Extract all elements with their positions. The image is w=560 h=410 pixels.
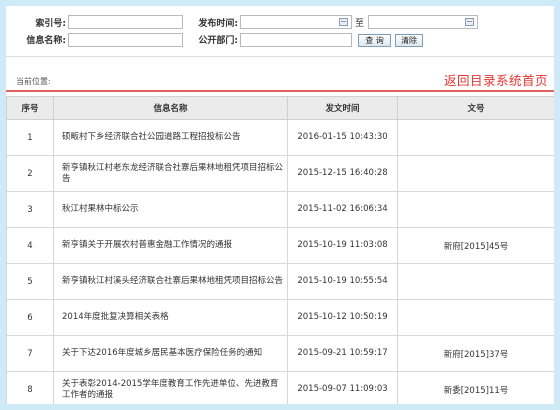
row-time: 2015-10-19 10:55:54: [287, 263, 398, 300]
table-row: 8 关于表彰2014-2015学年度教育工作先进单位、先进教育工作者的通报 20…: [6, 371, 554, 404]
location-divider: [6, 90, 554, 92]
table-row: 5 新亨镇秋江村溪头经济联合社寨后果林地租凭项目招标公告 2015-10-19 …: [6, 263, 554, 300]
row-doc-number: [397, 263, 554, 300]
row-doc-number: [397, 191, 554, 228]
row-time: 2016-01-15 10:43:30: [287, 119, 398, 156]
form-divider: [6, 56, 554, 57]
table-row: 2 新亨镇秋江村老东龙经济联合社寨后果林地租凭项目招标公告 2015-12-15…: [6, 155, 554, 192]
row-number: 3: [6, 191, 54, 228]
row-title-link[interactable]: 关于下达2016年度城乡居民基本医疗保险任务的通知: [62, 348, 262, 358]
row-number: 4: [6, 227, 54, 264]
calendar-icon[interactable]: [465, 18, 474, 26]
table-header-row: 序号 信息名称 发文时间 文号: [6, 96, 554, 120]
current-location-label: 当前位置:: [16, 77, 51, 86]
dept-input[interactable]: [240, 33, 352, 47]
row-time: 2015-11-02 16:06:34: [287, 191, 398, 228]
row-doc-number: 新府[2015]45号: [397, 227, 554, 264]
publish-time-label: 发布时间:: [198, 19, 238, 29]
table-row: 3 秋江村果林中标公示 2015-11-02 16:06:34: [6, 191, 554, 228]
row-title-cell: 2014年度批复决算相关表格: [53, 299, 288, 336]
row-number: 2: [6, 155, 54, 192]
query-button[interactable]: 查 询: [358, 34, 391, 47]
date-from-input[interactable]: [240, 15, 352, 29]
header-name: 信息名称: [53, 96, 288, 120]
row-title-link[interactable]: 关于表彰2014-2015学年度教育工作先进单位、先进教育工作者的通报: [62, 379, 278, 400]
row-title-cell: 新亨镇秋江村老东龙经济联合社寨后果林地租凭项目招标公告: [53, 155, 288, 192]
index-label: 索引号:: [35, 19, 66, 29]
to-label: 至: [355, 19, 365, 29]
row-number: 8: [6, 371, 54, 404]
row-title-link[interactable]: 秋江村果林中标公示: [62, 204, 139, 214]
row-title-cell: 关于表彰2014-2015学年度教育工作先进单位、先进教育工作者的通报: [53, 371, 288, 404]
document-table: 序号 信息名称 发文时间 文号 1 硕畈村下乡经济联合社公园道路工程招投标公告 …: [6, 96, 554, 404]
public-dept-label: 公开部门:: [198, 36, 238, 46]
row-title-cell: 新亨镇秋江村溪头经济联合社寨后果林地租凭项目招标公告: [53, 263, 288, 300]
main-panel: 索引号: 发布时间: 至 信息名称: 公开部门: 查 询 清除 当前位置: 返回…: [6, 6, 554, 404]
row-doc-number: [397, 119, 554, 156]
row-title-cell: 关于下达2016年度城乡居民基本医疗保险任务的通知: [53, 335, 288, 372]
row-time: 2015-09-07 11:09:03: [287, 371, 398, 404]
header-time: 发文时间: [287, 96, 398, 120]
row-title-link[interactable]: 新亨镇秋江村溪头经济联合社寨后果林地租凭项目招标公告: [62, 276, 283, 286]
row-doc-number: [397, 299, 554, 336]
row-title-link[interactable]: 硕畈村下乡经济联合社公园道路工程招投标公告: [62, 132, 241, 142]
row-time: 2015-10-19 11:03:08: [287, 227, 398, 264]
row-time: 2015-10-12 10:50:19: [287, 299, 398, 336]
row-time: 2015-12-15 16:40:28: [287, 155, 398, 192]
info-name-label: 信息名称:: [26, 36, 66, 46]
row-title-cell: 秋江村果林中标公示: [53, 191, 288, 228]
row-doc-number: 新委[2015]11号: [397, 371, 554, 404]
clear-button[interactable]: 清除: [395, 34, 423, 47]
row-title-cell: 硕畈村下乡经济联合社公园道路工程招投标公告: [53, 119, 288, 156]
header-no: 序号: [6, 96, 54, 120]
calendar-icon[interactable]: [339, 18, 348, 26]
row-number: 7: [6, 335, 54, 372]
row-title-link[interactable]: 新亨镇秋江村老东龙经济联合社寨后果林地租凭项目招标公告: [62, 163, 283, 184]
row-title-link[interactable]: 2014年度批复决算相关表格: [62, 312, 169, 322]
header-doc-number: 文号: [397, 96, 554, 120]
row-doc-number: 新府[2015]37号: [397, 335, 554, 372]
row-number: 5: [6, 263, 54, 300]
row-number: 6: [6, 299, 54, 336]
table-row: 1 硕畈村下乡经济联合社公园道路工程招投标公告 2016-01-15 10:43…: [6, 119, 554, 156]
table-row: 6 2014年度批复决算相关表格 2015-10-12 10:50:19: [6, 299, 554, 336]
info-name-input[interactable]: [68, 33, 183, 47]
row-time: 2015-09-21 10:59:17: [287, 335, 398, 372]
row-number: 1: [6, 119, 54, 156]
index-input[interactable]: [68, 15, 183, 29]
date-to-input[interactable]: [368, 15, 478, 29]
row-doc-number: [397, 155, 554, 192]
back-to-home-link[interactable]: 返回目录系统首页: [444, 70, 548, 89]
table-row: 7 关于下达2016年度城乡居民基本医疗保险任务的通知 2015-09-21 1…: [6, 335, 554, 372]
table-row: 4 新亨镇关于开展农村普惠金融工作情况的通报 2015-10-19 11:03:…: [6, 227, 554, 264]
row-title-cell: 新亨镇关于开展农村普惠金融工作情况的通报: [53, 227, 288, 264]
row-title-link[interactable]: 新亨镇关于开展农村普惠金融工作情况的通报: [62, 240, 232, 250]
